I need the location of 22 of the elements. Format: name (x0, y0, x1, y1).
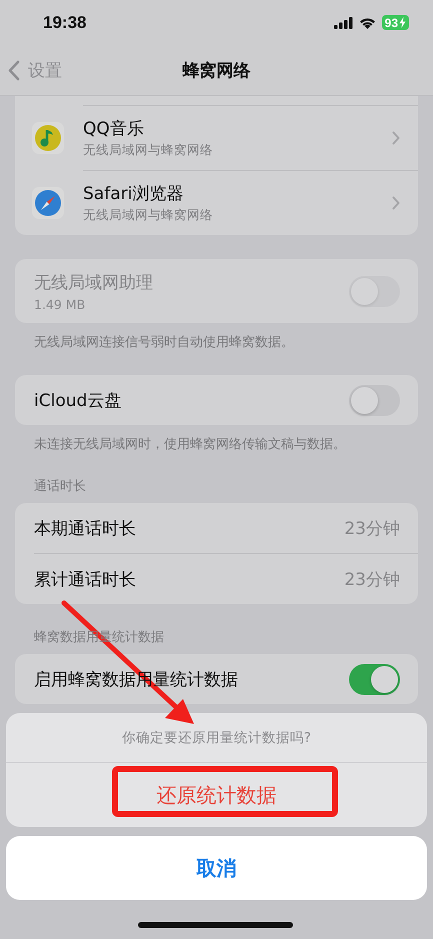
row-label: 累计通话时长 (34, 568, 137, 590)
row-value: 23分钟 (344, 568, 400, 590)
section-footer: 无线局域网连接信号弱时自动使用蜂窝数据。 (15, 323, 418, 351)
app-row[interactable]: Safari浏览器 无线局域网与蜂窝网络 (83, 170, 418, 235)
row-label: 本期通话时长 (34, 518, 137, 540)
back-button[interactable]: 设置 (0, 58, 62, 82)
row-label: iCloud云盘 (34, 390, 122, 412)
battery-level: 93 (382, 15, 409, 30)
app-row[interactable]: QQ音乐 无线局域网与蜂窝网络 (83, 105, 418, 170)
section-footer: 未连接无线局域网时，使用蜂窝网络传输文稿与数据。 (15, 425, 418, 453)
app-name: QQ音乐 (83, 118, 145, 140)
page-title: 蜂窝网络 (182, 60, 250, 82)
row-detail: 1.49 MB (34, 296, 86, 312)
section-header: 通话时长 (33, 478, 87, 495)
status-time: 19:38 (43, 12, 86, 32)
restore-button[interactable]: 还原统计数据 (6, 763, 427, 827)
app-name: Safari浏览器 (83, 183, 184, 205)
row-label: 无线局域网助理 (34, 272, 154, 294)
cancel-button[interactable]: 取消 (6, 836, 427, 900)
app-subtitle: 无线局域网与蜂窝网络 (83, 207, 214, 224)
app-subtitle: 无线局域网与蜂窝网络 (83, 142, 214, 159)
row-value: 23分钟 (344, 518, 400, 540)
